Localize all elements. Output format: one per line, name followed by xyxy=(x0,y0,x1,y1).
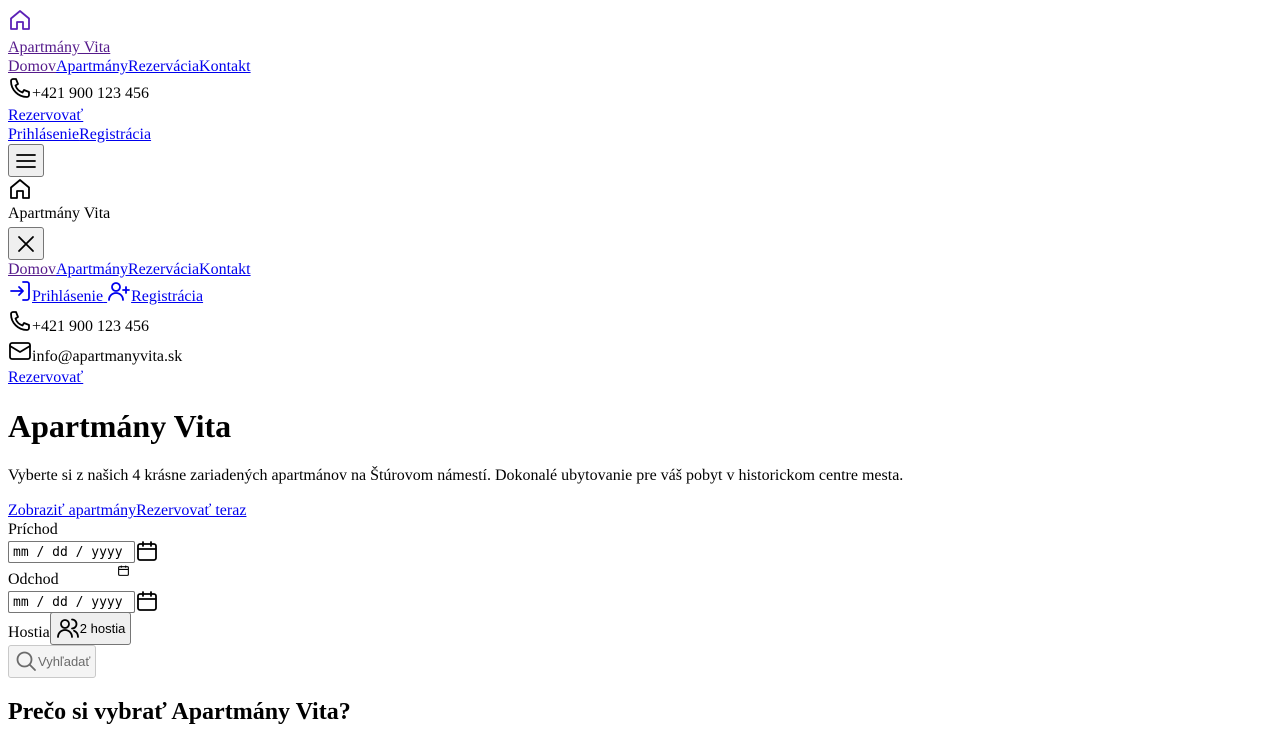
nav-item-domov[interactable]: Domov xyxy=(8,58,56,75)
header-phone-text: +421 900 123 456 xyxy=(32,85,150,102)
guests-label: Hostia xyxy=(8,624,50,641)
mobile-nav-item-domov[interactable]: Domov xyxy=(8,261,56,278)
features-section: Prečo si vybrať Apartmány Vita? xyxy=(8,698,1272,726)
view-apartments-link[interactable]: Zobraziť apartmány xyxy=(8,502,136,519)
header-phone: +421 900 123 456 xyxy=(8,76,1272,106)
home-icon xyxy=(8,8,32,32)
brand-name-link[interactable]: Apartmány Vita xyxy=(8,39,110,56)
checkin-date-input[interactable]: mm / dd / yyyy xyxy=(8,541,135,576)
mobile-nav-item-kontakt[interactable]: Kontakt xyxy=(199,261,251,278)
checkout-date-input[interactable]: mm / dd / yyyy xyxy=(8,591,135,626)
menu-toggle-button[interactable] xyxy=(8,144,44,177)
hero-section: Apartmány Vita Vyberte si z našich 4 krá… xyxy=(8,408,1272,520)
book-now-link[interactable]: Rezervovať teraz xyxy=(136,502,246,519)
checkout-label: Odchod xyxy=(8,571,59,588)
mobile-nav-item-rezervacia[interactable]: Rezervácia xyxy=(128,261,199,278)
user-plus-icon xyxy=(107,279,131,303)
mobile-menu-title: Apartmány Vita xyxy=(8,205,111,222)
mobile-menu: Apartmány Vita DomovApartmányRezerváciaK… xyxy=(8,177,1272,387)
search-form: Príchod mm / dd / yyyy Odchod mm / dd / … xyxy=(8,520,1272,678)
search-icon xyxy=(14,649,38,673)
close-icon xyxy=(14,232,38,256)
mobile-email: info@apartmanyvita.sk xyxy=(8,339,1272,368)
phone-icon xyxy=(8,76,32,100)
features-title: Prečo si vybrať Apartmány Vita? xyxy=(8,699,351,725)
page: Apartmány Vita DomovApartmányRezerváciaK… xyxy=(0,0,1280,734)
mobile-book-link[interactable]: Rezervovať xyxy=(8,369,83,386)
header-book-link[interactable]: Rezervovať xyxy=(8,107,83,124)
users-icon xyxy=(56,616,80,640)
mobile-phone-text: +421 900 123 456 xyxy=(32,318,150,335)
mobile-login-link[interactable]: Prihlásenie xyxy=(8,281,103,305)
nav-item-apartmany[interactable]: Apartmány xyxy=(56,58,128,75)
mobile-email-text: info@apartmanyvita.sk xyxy=(32,348,183,365)
guests-select-button[interactable]: 2 hostia xyxy=(49,612,132,645)
search-button[interactable]: Vyhľadať xyxy=(8,645,97,678)
header-register-link[interactable]: Registrácia xyxy=(79,126,151,143)
mail-icon xyxy=(8,339,32,363)
phone-icon xyxy=(8,309,32,333)
hero-title: Apartmány Vita xyxy=(8,408,232,444)
checkin-label: Príchod xyxy=(8,521,58,538)
nav-item-kontakt[interactable]: Kontakt xyxy=(199,58,251,75)
calendar-icon xyxy=(135,539,159,563)
menu-icon xyxy=(14,149,38,173)
login-icon xyxy=(8,279,32,303)
main-nav: DomovApartmányRezerváciaKontakt xyxy=(8,57,1272,76)
calendar-small-icon xyxy=(117,564,130,583)
nav-item-rezervacia[interactable]: Rezervácia xyxy=(128,58,199,75)
site-header: Apartmány Vita DomovApartmányRezerváciaK… xyxy=(8,8,1272,177)
hero-description: Vyberte si z našich 4 krásne zariadených… xyxy=(8,467,904,484)
mobile-register-link[interactable]: Registrácia xyxy=(103,282,203,305)
mobile-phone: +421 900 123 456 xyxy=(8,309,1272,339)
calendar-icon xyxy=(135,589,159,613)
header-login-link[interactable]: Prihlásenie xyxy=(8,126,79,143)
mobile-nav-item-apartmany[interactable]: Apartmány xyxy=(56,261,128,278)
mobile-nav: DomovApartmányRezerváciaKontakt xyxy=(8,260,1272,279)
menu-close-button[interactable] xyxy=(8,227,44,260)
logo-link[interactable] xyxy=(8,9,32,30)
home-icon xyxy=(8,177,32,201)
